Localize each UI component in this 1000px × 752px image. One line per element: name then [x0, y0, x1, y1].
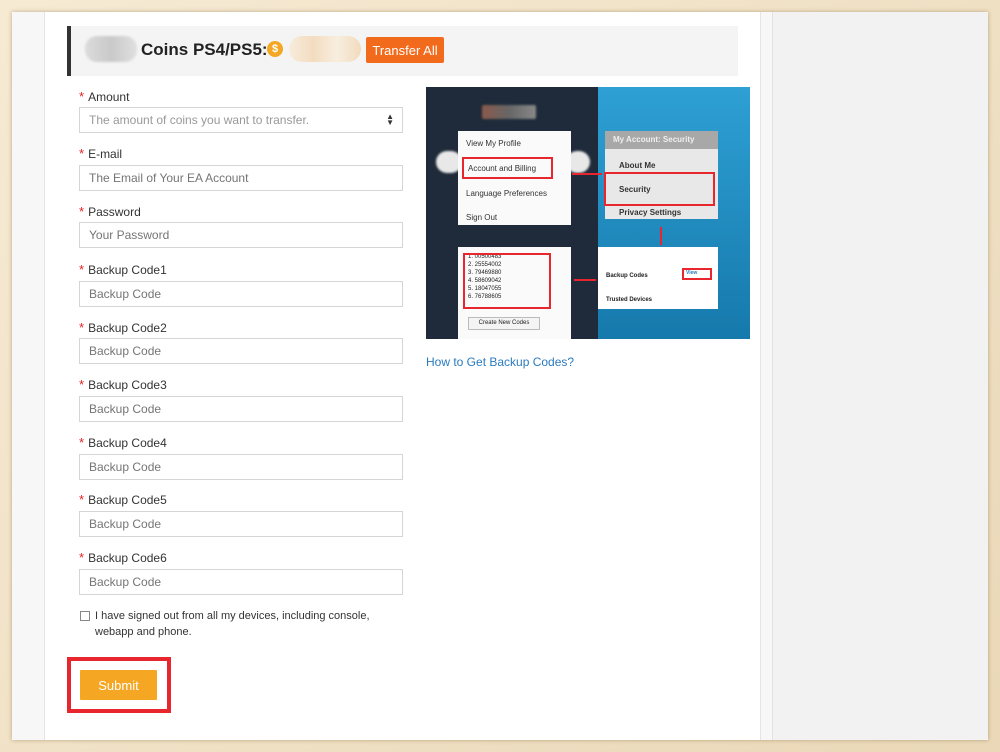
amount-select[interactable]: The amount of coins you want to transfer… — [79, 107, 403, 133]
backup-code-6-label: * Backup Code6 — [79, 550, 167, 565]
backup-code-6-field[interactable] — [79, 569, 403, 595]
coins-header-bar: Coins PS4/PS5: $ Transfer All — [67, 26, 738, 76]
backup-code-1-field[interactable] — [79, 281, 403, 307]
tutorial-arrow-right — [572, 173, 602, 175]
backup-code-5-field[interactable] — [79, 511, 403, 537]
required-mark: * — [79, 146, 85, 161]
signout-checkbox-label: I have signed out from all my devices, i… — [95, 610, 370, 638]
backup-code-4-label-text: Backup Code4 — [88, 436, 167, 450]
coins-title: Coins PS4/PS5: — [141, 40, 268, 59]
backup-code-2-field[interactable] — [79, 338, 403, 364]
required-mark: * — [79, 89, 85, 104]
backup-code-3-label: * Backup Code3 — [79, 377, 167, 392]
tutorial-panel-title: My Account: Security — [605, 131, 718, 149]
coin-icon: $ — [267, 41, 283, 57]
tutorial-menu-item: Language Preferences — [466, 189, 547, 198]
required-mark: * — [79, 435, 85, 450]
select-arrows-icon: ▲ ▼ — [386, 112, 394, 127]
backup-code-2-label: * Backup Code2 — [79, 320, 167, 335]
amount-label-text: Amount — [88, 90, 130, 104]
required-mark: * — [79, 204, 85, 219]
email-label-text: E-mail — [88, 147, 123, 161]
left-gutter — [12, 12, 44, 740]
right-sidebar — [772, 12, 988, 740]
required-mark: * — [79, 262, 85, 277]
backup-code-1-label: * Backup Code1 — [79, 262, 167, 277]
blurred-platform-icon — [85, 36, 137, 62]
backup-code-5-label: * Backup Code5 — [79, 492, 167, 507]
transfer-all-button[interactable]: Transfer All — [366, 37, 444, 63]
tutorial-backup-label: Backup Codes — [606, 273, 648, 279]
email-field[interactable] — [79, 165, 403, 191]
tutorial-arrow-down — [660, 227, 662, 245]
required-mark: * — [79, 550, 85, 565]
tutorial-highlight-billing — [462, 157, 553, 179]
password-field[interactable] — [79, 222, 403, 248]
tutorial-highlight-view — [682, 268, 712, 280]
backup-code-2-label-text: Backup Code2 — [88, 321, 167, 335]
tutorial-panel-item: Privacy Settings — [619, 208, 682, 217]
how-to-get-backup-codes-link[interactable]: How to Get Backup Codes? — [426, 355, 574, 369]
signout-checkbox[interactable] — [80, 611, 90, 621]
backup-code-5-label-text: Backup Code5 — [88, 493, 167, 507]
backup-code-3-field[interactable] — [79, 396, 403, 422]
tutorial-menu-item: View My Profile — [466, 139, 521, 148]
required-mark: * — [79, 492, 85, 507]
amount-placeholder: The amount of coins you want to transfer… — [89, 113, 310, 127]
backup-code-1-label-text: Backup Code1 — [88, 263, 167, 277]
blurred-avatar — [482, 105, 536, 119]
email-label: * E-mail — [79, 146, 122, 161]
backup-code-4-label: * Backup Code4 — [79, 435, 167, 450]
tutorial-highlight-security — [604, 172, 715, 206]
tutorial-arrow-left — [574, 279, 596, 281]
tutorial-menu-item: Sign Out — [466, 213, 498, 222]
tutorial-create-codes: Create New Codes — [468, 317, 540, 330]
page-viewport: Coins PS4/PS5: $ Transfer All * Amount Th… — [12, 12, 988, 740]
backup-code-3-label-text: Backup Code3 — [88, 378, 167, 392]
required-mark: * — [79, 320, 85, 335]
blurred-coin-balance — [289, 36, 361, 62]
transfer-panel: Coins PS4/PS5: $ Transfer All * Amount Th… — [44, 12, 761, 740]
password-label-text: Password — [88, 205, 141, 219]
amount-label: * Amount — [79, 89, 129, 104]
tutorial-highlight-codes — [463, 253, 551, 309]
submit-button[interactable]: Submit — [80, 670, 157, 700]
backup-codes-tutorial-image: View My Profile Account and Billing Lang… — [426, 87, 750, 339]
required-mark: * — [79, 377, 85, 392]
tutorial-panel-item: About Me — [619, 161, 656, 170]
password-label: * Password — [79, 204, 141, 219]
tutorial-trusted-label: Trusted Devices — [606, 297, 653, 303]
backup-code-6-label-text: Backup Code6 — [88, 551, 167, 565]
backup-code-4-field[interactable] — [79, 454, 403, 480]
